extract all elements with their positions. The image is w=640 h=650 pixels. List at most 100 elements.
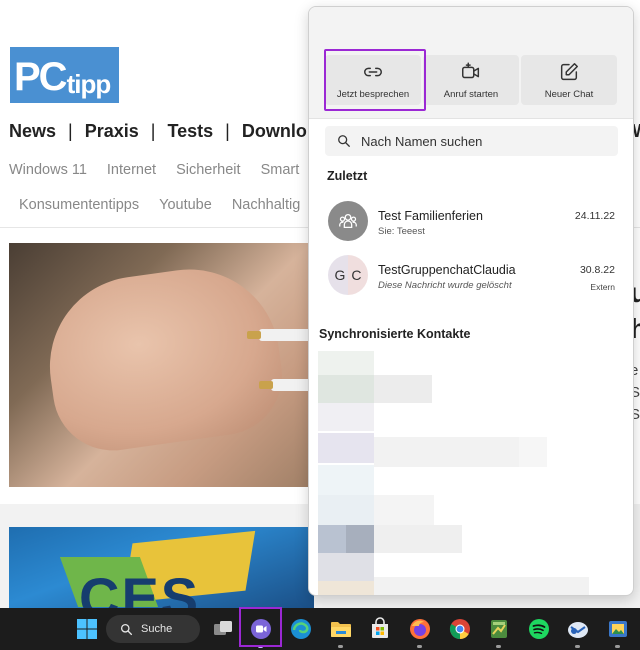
meet-now-button[interactable]: Jetzt besprechen [325, 55, 421, 105]
blurred-contact[interactable] [318, 375, 374, 403]
chat-list-item[interactable]: G C TestGruppenchatClaudia Diese Nachric… [309, 249, 633, 301]
search-icon [120, 623, 133, 635]
nav-item-tests[interactable]: Tests [167, 121, 213, 142]
search-icon [338, 135, 350, 147]
blurred-contact[interactable] [374, 495, 434, 525]
running-indicator [496, 645, 501, 648]
blurred-contact[interactable] [318, 525, 346, 553]
blurred-contact[interactable] [374, 577, 589, 595]
blurred-contact[interactable] [374, 525, 462, 553]
new-chat-button[interactable]: Neuer Chat [521, 55, 617, 105]
edge-button[interactable] [288, 616, 314, 642]
chat-preview: Sie: Teeest [378, 226, 425, 237]
avatar-initial: C [351, 267, 362, 283]
firefox-icon [410, 619, 430, 639]
sub-navigation: Windows 11 Internet Sicherheit Smart [9, 162, 299, 178]
earbud-cable [247, 329, 314, 341]
article-image-ces[interactable]: CES [9, 527, 314, 608]
recent-section-title: Zuletzt [327, 169, 368, 183]
nav-separator: | [68, 121, 73, 141]
task-view-icon [214, 621, 232, 635]
chrome-icon [449, 619, 470, 640]
running-indicator [575, 645, 580, 648]
teams-chat-icon [251, 619, 271, 639]
pctipp-logo[interactable]: PC tipp [10, 47, 119, 103]
nav-separator: | [225, 121, 230, 141]
meet-now-label: Jetzt besprechen [336, 88, 410, 100]
notepad-button[interactable] [486, 616, 512, 642]
blurred-contact[interactable] [318, 465, 374, 495]
photos-button[interactable] [605, 616, 631, 642]
blurred-contact[interactable] [318, 403, 374, 431]
article-image-hand-earbuds[interactable] [9, 243, 314, 487]
subnav-internet[interactable]: Internet [107, 162, 156, 178]
mail-button[interactable] [565, 616, 591, 642]
chat-name: Test Familienferien [378, 209, 483, 223]
hand-shape [38, 257, 290, 459]
teams-chat-button[interactable] [248, 616, 274, 642]
spotify-icon [529, 619, 549, 639]
start-button[interactable] [74, 616, 100, 642]
spotify-button[interactable] [526, 616, 552, 642]
edge-icon [291, 619, 311, 639]
group-icon [339, 213, 357, 229]
blurred-contact[interactable] [374, 437, 519, 467]
store-button[interactable] [367, 616, 393, 642]
start-call-label: Anruf starten [443, 88, 499, 100]
taskbar-search-label: Suche [141, 623, 173, 635]
teams-chat-flyout: Jetzt besprechen Anruf starten Neuer Cha… [308, 6, 634, 596]
active-indicator [258, 645, 263, 648]
file-explorer-button[interactable] [328, 616, 354, 642]
store-icon [372, 617, 388, 638]
blurred-contact[interactable] [318, 553, 374, 581]
chat-preview: Diese Nachricht wurde gelöscht [378, 280, 512, 291]
video-add-icon [462, 62, 480, 78]
group-avatar [328, 201, 368, 241]
start-call-button[interactable]: Anruf starten [423, 55, 519, 105]
running-indicator [615, 645, 620, 648]
blurred-contact[interactable] [318, 495, 374, 525]
link-icon [364, 67, 382, 76]
running-indicator [338, 645, 343, 648]
firefox-button[interactable] [407, 616, 433, 642]
blurred-contact[interactable] [519, 437, 547, 467]
initials-avatar: G C [328, 255, 368, 295]
task-view-button[interactable] [210, 616, 236, 642]
search-input[interactable] [361, 133, 601, 149]
blurred-contact[interactable] [346, 525, 374, 553]
main-navigation: News | Praxis | Tests | Downlo [9, 121, 307, 142]
notepad-icon [491, 620, 507, 638]
subnav-youtube[interactable]: Youtube [159, 197, 212, 213]
windows-start-icon [77, 619, 97, 639]
blurred-contact[interactable] [318, 433, 374, 463]
blurred-contact[interactable] [374, 375, 432, 403]
subnav-windows11[interactable]: Windows 11 [9, 162, 87, 178]
chat-date: 24.11.22 [574, 210, 615, 222]
subnav-smart[interactable]: Smart [261, 162, 300, 178]
chrome-button[interactable] [447, 616, 473, 642]
synced-contacts-title: Synchronisierte Kontakte [319, 327, 471, 341]
name-search-box[interactable] [325, 126, 618, 156]
nav-item-praxis[interactable]: Praxis [85, 121, 139, 142]
mail-icon [568, 622, 588, 638]
external-badge: Extern [590, 282, 615, 292]
logo-tipp-text: tipp [66, 69, 112, 99]
subnav-konsumententipps[interactable]: Konsumententipps [19, 197, 139, 213]
new-chat-label: Neuer Chat [544, 88, 594, 100]
nav-item-news[interactable]: News [9, 121, 56, 142]
avatar-initial: G [334, 267, 346, 283]
nav-item-downloads[interactable]: Downlo [242, 121, 307, 142]
taskbar-search-button[interactable]: Suche [106, 615, 200, 643]
running-indicator [417, 645, 422, 648]
logo-pc-text: PC [14, 55, 68, 99]
explorer-icon [331, 622, 351, 637]
subnav-sicherheit[interactable]: Sicherheit [176, 162, 240, 178]
compose-icon [560, 62, 578, 80]
nav-separator: | [150, 121, 156, 141]
blurred-contact[interactable] [318, 581, 374, 595]
sub-navigation-row2: Konsumententipps Youtube Nachhaltig [19, 197, 300, 213]
subnav-nachhaltigkeit[interactable]: Nachhaltig [232, 197, 301, 213]
chat-list-item[interactable]: Test Familienferien Sie: Teeest 24.11.22 [309, 195, 633, 247]
chat-date: 30.8.22 [579, 264, 615, 276]
photos-icon [609, 621, 627, 637]
